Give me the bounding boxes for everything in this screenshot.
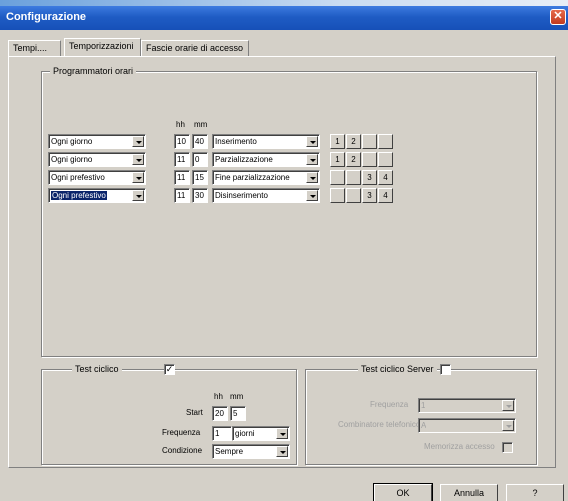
start-label: Start xyxy=(186,408,203,417)
chevron-down-icon xyxy=(502,400,514,411)
action-value: Disinserimento xyxy=(215,191,268,200)
start-mm-field[interactable]: 5 xyxy=(230,406,246,421)
day-toggle-button[interactable] xyxy=(346,188,361,203)
test-ciclico-group: Test ciclico ✓ hh mm Start 20 5 Frequenz… xyxy=(41,364,297,465)
window-title: Configurazione xyxy=(6,11,87,23)
check-icon: ✓ xyxy=(165,364,174,374)
mm-field[interactable]: 30 xyxy=(192,188,208,203)
day-select[interactable]: Ogni giorno xyxy=(48,152,146,167)
day-toggle-button[interactable]: 4 xyxy=(378,188,393,203)
action-value: Fine parzializzazione xyxy=(215,173,290,182)
day-toggle-button[interactable] xyxy=(362,134,377,149)
chevron-down-icon[interactable] xyxy=(306,172,318,183)
tab-fascie-orarie[interactable]: Fascie orarie di accesso xyxy=(141,40,249,56)
close-button[interactable]: ✕ xyxy=(550,9,566,25)
day-value: Ogni prefestivo xyxy=(51,191,107,200)
day-toggle-button[interactable] xyxy=(378,134,393,149)
chevron-down-icon[interactable] xyxy=(306,136,318,147)
day-toggle-button[interactable] xyxy=(378,152,393,167)
help-button[interactable]: ? xyxy=(506,484,564,501)
chevron-down-icon[interactable] xyxy=(306,154,318,165)
server-frequenza-select: 1 xyxy=(418,398,516,413)
frequenza-label: Frequenza xyxy=(162,428,201,437)
action-select[interactable]: Parzializzazione xyxy=(212,152,320,167)
test-server-title: Test ciclico Server xyxy=(358,364,437,374)
condizione-value: Sempre xyxy=(215,447,244,456)
chevron-down-icon xyxy=(502,420,514,431)
hh-field[interactable]: 11 xyxy=(174,170,190,185)
frequenza-unit-select[interactable]: giorni xyxy=(232,426,290,441)
condizione-select[interactable]: Sempre xyxy=(212,444,290,459)
test-server-checkbox[interactable] xyxy=(440,364,451,375)
chevron-down-icon[interactable] xyxy=(276,428,288,439)
memorizza-checkbox xyxy=(502,442,513,453)
tab-panel: Programmatori orari hh mm Ogni giorno 10 4… xyxy=(8,56,556,468)
configuration-dialog: Configurazione ✕ Tempi.... Temporizzazio… xyxy=(0,6,568,501)
combinatore-value: A xyxy=(421,421,427,430)
combinatore-label: Combinatore telefonico xyxy=(338,420,421,429)
server-frequenza-label: Frequenza xyxy=(370,400,409,409)
day-toggle-button[interactable]: 2 xyxy=(346,152,361,167)
day-value: Ogni giorno xyxy=(51,155,93,164)
test-server-group: Test ciclico Server Frequenza 1 Combinat… xyxy=(305,364,537,465)
day-toggle-button[interactable]: 1 xyxy=(330,152,345,167)
day-value: Ogni giorno xyxy=(51,137,93,146)
test-ciclico-checkbox[interactable]: ✓ xyxy=(164,364,175,375)
chevron-down-icon[interactable] xyxy=(276,446,288,457)
mm-header: mm xyxy=(194,120,208,129)
condizione-label: Condizione xyxy=(162,446,203,455)
day-toggle-button[interactable] xyxy=(330,188,345,203)
action-select[interactable]: Disinserimento xyxy=(212,188,320,203)
programmers-title: Programmatori orari xyxy=(50,66,137,76)
title-bar[interactable]: Configurazione ✕ xyxy=(0,6,568,30)
start-hh-field[interactable]: 20 xyxy=(212,406,228,421)
hh-header: hh xyxy=(176,120,185,129)
chevron-down-icon[interactable] xyxy=(132,136,144,147)
memorizza-label: Memorizza accesso xyxy=(424,442,495,451)
chevron-down-icon[interactable] xyxy=(132,172,144,183)
combinatore-select: A xyxy=(418,418,516,433)
frequenza-unit-value: giorni xyxy=(235,429,255,438)
tab-tempi[interactable]: Tempi.... xyxy=(8,40,61,56)
hh-field[interactable]: 10 xyxy=(174,134,190,149)
day-select[interactable]: Ogni giorno xyxy=(48,134,146,149)
day-toggle-button[interactable]: 4 xyxy=(378,170,393,185)
action-value: Inserimento xyxy=(215,137,257,146)
annulla-button[interactable]: Annulla xyxy=(440,484,498,501)
day-toggle-button[interactable]: 3 xyxy=(362,188,377,203)
day-select[interactable]: Ogni prefestivo xyxy=(48,188,146,203)
day-toggle-button[interactable]: 2 xyxy=(346,134,361,149)
chevron-down-icon[interactable] xyxy=(132,154,144,165)
hh-field[interactable]: 11 xyxy=(174,188,190,203)
frequenza-field[interactable]: 1 xyxy=(212,426,232,441)
test-ciclico-title: Test ciclico xyxy=(72,364,122,374)
chevron-down-icon[interactable] xyxy=(306,190,318,201)
day-toggle-button[interactable] xyxy=(346,170,361,185)
day-toggle-button[interactable] xyxy=(330,170,345,185)
mm-field[interactable]: 0 xyxy=(192,152,208,167)
hh-label: hh xyxy=(214,392,223,401)
mm-label: mm xyxy=(230,392,244,401)
close-icon: ✕ xyxy=(553,10,563,22)
day-select[interactable]: Ogni prefestivo xyxy=(48,170,146,185)
day-toggle-button[interactable]: 3 xyxy=(362,170,377,185)
server-frequenza-value: 1 xyxy=(421,401,426,410)
tab-temporizzazioni[interactable]: Temporizzazioni xyxy=(64,38,141,56)
mm-field[interactable]: 40 xyxy=(192,134,208,149)
action-value: Parzializzazione xyxy=(215,155,273,164)
hh-field[interactable]: 11 xyxy=(174,152,190,167)
action-select[interactable]: Fine parzializzazione xyxy=(212,170,320,185)
ok-button[interactable]: OK xyxy=(373,483,433,501)
day-toggle-button[interactable] xyxy=(362,152,377,167)
mm-field[interactable]: 15 xyxy=(192,170,208,185)
day-toggle-button[interactable]: 1 xyxy=(330,134,345,149)
programmers-group: Programmatori orari hh mm Ogni giorno 10 4… xyxy=(41,66,537,357)
action-select[interactable]: Inserimento xyxy=(212,134,320,149)
day-value: Ogni prefestivo xyxy=(51,173,105,182)
chevron-down-icon[interactable] xyxy=(132,190,144,201)
